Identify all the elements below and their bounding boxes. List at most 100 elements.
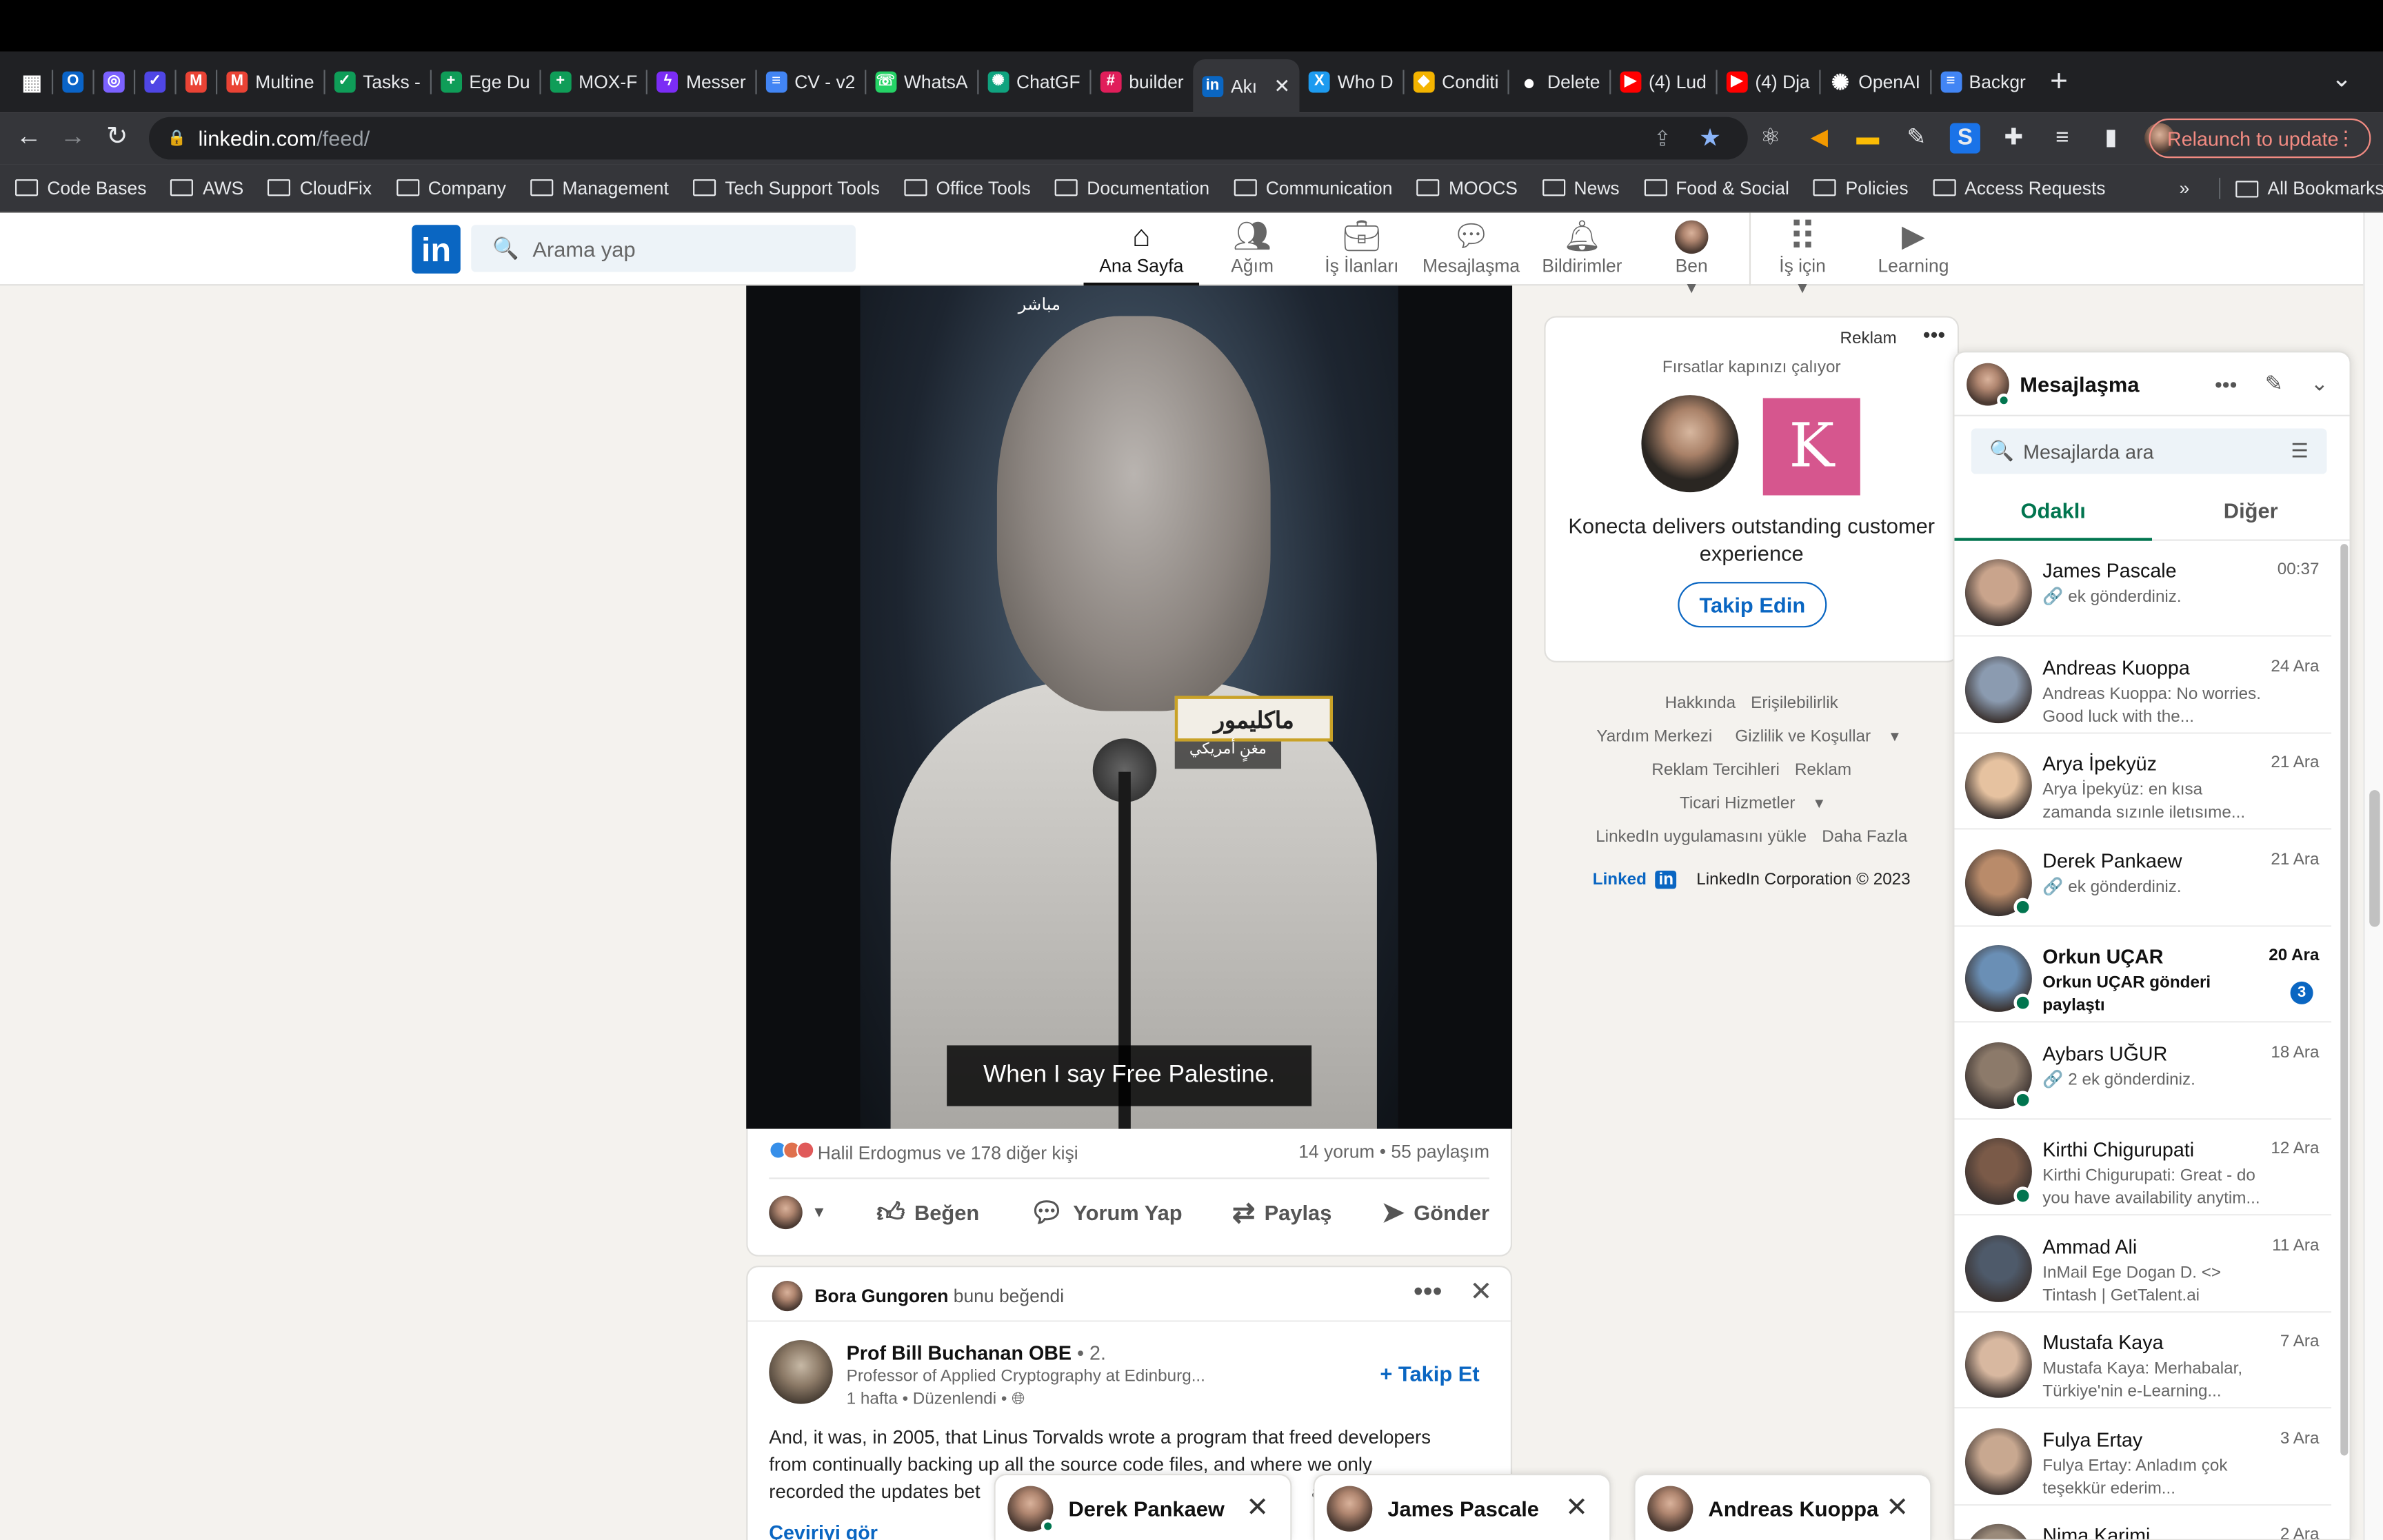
browser-tab[interactable]: ✺ ChatGF xyxy=(978,59,1089,105)
reload-icon[interactable]: ↻ xyxy=(94,121,140,152)
page-scrollbar[interactable] xyxy=(2363,212,2383,1540)
linkedin-logo-icon[interactable]: in xyxy=(412,225,461,274)
bookmark-folder[interactable]: Code Bases xyxy=(15,177,146,199)
reactions-summary[interactable]: Halil Erdogmus ve 178 diğer kişi xyxy=(769,1141,1078,1164)
more-options-icon[interactable]: ••• xyxy=(1923,322,1945,346)
browser-tab[interactable]: M xyxy=(177,59,216,105)
browser-tab[interactable]: ✓ xyxy=(135,59,174,105)
author-avatar[interactable] xyxy=(769,1340,833,1404)
comments-shares[interactable]: 14 yorum • 55 paylaşım xyxy=(1298,1141,1489,1164)
compose-icon[interactable]: ✎ xyxy=(2265,371,2283,396)
conversation-item[interactable]: Nima Karimi 2 Ara xyxy=(1954,1506,2331,1539)
browser-tab[interactable]: O xyxy=(53,59,92,105)
ad-follow-button[interactable]: Takip Edin xyxy=(1678,582,1827,628)
browser-tab[interactable]: + MOX-F xyxy=(541,59,647,105)
browser-tab[interactable]: ▶ (4) Dja xyxy=(1717,59,1819,105)
bookmark-folder[interactable]: Company xyxy=(396,177,506,199)
bookmark-folder[interactable]: News xyxy=(1542,177,1620,199)
bookmark-folder[interactable]: Communication xyxy=(1234,177,1392,199)
footer-link[interactable]: Daha Fazla xyxy=(1822,828,1907,846)
bookmark-folder[interactable]: CloudFix xyxy=(268,177,372,199)
side-panel-icon[interactable]: ▮ xyxy=(2095,123,2126,154)
conversation-item[interactable]: Aybars UĞUR 18 Ara 🔗 2 ek gönderdiniz. xyxy=(1954,1023,2332,1119)
browser-tab[interactable]: ☏ WhatsA xyxy=(866,59,977,105)
close-icon[interactable]: ✕ xyxy=(1886,1492,1909,1523)
chat-window[interactable]: James Pascale ✕ xyxy=(1313,1473,1611,1540)
chevron-down-icon[interactable]: ⌄ xyxy=(2311,371,2329,396)
footer-link[interactable]: LinkedIn uygulamasını yükle xyxy=(1596,828,1807,846)
all-bookmarks-button[interactable]: All Bookmarks xyxy=(2218,177,2383,199)
nav-avatar[interactable]: Ben ▾ xyxy=(1641,219,1741,298)
browser-tab[interactable]: ✓ Tasks - xyxy=(325,59,430,105)
footer-link[interactable]: Gizlilik ve Koşullar ▾ xyxy=(1727,728,1907,746)
extension-atom-icon[interactable]: ⚛ xyxy=(1756,123,1786,154)
messaging-search-input[interactable]: 🔍 Mesajlarda ara ☰ xyxy=(1971,428,2327,474)
extension-bar-icon[interactable]: ▬ xyxy=(1853,123,1883,154)
browser-tab[interactable]: ≡ CV - v2 xyxy=(756,59,865,105)
forward-icon[interactable]: → xyxy=(50,121,96,152)
ad-company-logo[interactable]: K xyxy=(1762,398,1860,496)
conversation-item[interactable]: Ammad Ali 11 Ara InMail Ege Dogan D. <> Ti… xyxy=(1954,1216,2332,1313)
conversation-item[interactable]: James Pascale 00:37 🔗 ek gönderdiniz. xyxy=(1954,541,2332,637)
bookmark-folder[interactable]: AWS xyxy=(170,177,243,199)
browser-tab[interactable]: ϟ Messer xyxy=(648,59,755,105)
nav-messaging[interactable]: 💬︎ Mesajlaşma xyxy=(1421,219,1521,277)
extension-s-icon[interactable]: S xyxy=(1949,123,1980,154)
nav-learning[interactable]: ▶ Learning xyxy=(1863,219,1963,277)
browser-tab[interactable]: # builder xyxy=(1091,59,1193,105)
bookmark-star-icon[interactable]: ★ xyxy=(1699,123,1721,154)
close-icon[interactable]: ✕ xyxy=(1565,1492,1588,1523)
browser-tab[interactable]: M Multine xyxy=(217,59,323,105)
browser-tab[interactable]: ◎ xyxy=(94,59,134,105)
search-input[interactable]: 🔍 Arama yap xyxy=(471,225,856,272)
footer-link[interactable]: Ticari Hizmetler ▾ xyxy=(1672,795,1831,813)
nav-briefcase[interactable]: 💼︎ İş İlanları xyxy=(1311,219,1411,277)
repost-button[interactable]: ⇄ Paylaş xyxy=(1232,1197,1331,1228)
bookmarks-more-button[interactable]: » xyxy=(2180,178,2190,199)
back-icon[interactable]: ← xyxy=(6,121,52,152)
new-tab-icon[interactable]: + xyxy=(2050,65,2068,100)
more-options-icon[interactable]: ••• xyxy=(1414,1276,1442,1308)
reading-list-icon[interactable]: ≡ xyxy=(2047,123,2078,154)
more-options-icon[interactable]: ••• xyxy=(2215,372,2237,396)
conversation-item[interactable]: Mustafa Kaya 7 Ara Mustafa Kaya: Merhabala… xyxy=(1954,1313,2332,1409)
footer-link[interactable]: Reklam Tercihleri xyxy=(1651,761,1779,779)
like-button[interactable]: 👍︎ Beğen xyxy=(876,1196,979,1229)
extension-megaphone-icon[interactable]: ◀ xyxy=(1804,123,1834,154)
tab-other[interactable]: Diğer xyxy=(2152,486,2350,539)
tab-list-chevron-icon[interactable]: ⌄ xyxy=(2331,64,2352,94)
browser-tab[interactable]: X Who D xyxy=(1300,59,1402,105)
bookmark-folder[interactable]: Management xyxy=(530,177,669,199)
chat-window[interactable]: Derek Pankaew ✕ xyxy=(994,1473,1292,1540)
author-name[interactable]: Prof Bill Buchanan OBE xyxy=(847,1341,1072,1364)
nav-bell[interactable]: 🔔︎ Bildirimler xyxy=(1532,219,1632,277)
conversation-item[interactable]: Kirthi Chigurupati 12 Ara Kirthi Chigurupa… xyxy=(1954,1119,2332,1216)
browser-tab[interactable]: in Akı ✕ xyxy=(1192,59,1300,114)
browser-tab[interactable]: + Ege Du xyxy=(431,59,539,105)
close-icon[interactable]: ✕ xyxy=(1469,1276,1492,1308)
browser-tab[interactable]: ✺ OpenAI xyxy=(1820,59,1929,105)
browser-tab[interactable]: ▦ xyxy=(12,59,52,105)
footer-link[interactable]: Yardım Merkezi xyxy=(1596,728,1712,746)
chat-window[interactable]: Andreas Kuoppa ✕ xyxy=(1633,1473,1932,1540)
scrollbar-thumb[interactable] xyxy=(2369,790,2380,927)
close-tab-icon[interactable]: ✕ xyxy=(1274,74,1290,99)
bookmark-folder[interactable]: Access Requests xyxy=(1932,177,2106,199)
browser-tab[interactable]: ◆ Conditi xyxy=(1404,59,1508,105)
extension-picker-icon[interactable]: ✎ xyxy=(1901,123,1931,154)
bookmark-folder[interactable]: Documentation xyxy=(1054,177,1209,199)
reaction-avatar-selector[interactable]: ▼ xyxy=(769,1195,827,1230)
conversation-item[interactable]: Arya İpekyüz 21 Ara Arya İpekyüz: en kısa … xyxy=(1954,734,2332,830)
liked-by-name[interactable]: Bora Gungoren xyxy=(814,1286,948,1307)
browser-tab[interactable]: ● Delete xyxy=(1509,59,1609,105)
bookmark-folder[interactable]: Food & Social xyxy=(1643,177,1789,199)
footer-link[interactable]: Erişilebilirlik xyxy=(1751,694,1838,712)
footer-link[interactable]: Hakkında xyxy=(1665,694,1736,712)
post-video[interactable]: مباشر ماكليمور مغنٍ أمريكي When I say Fr… xyxy=(746,285,1513,1129)
address-bar[interactable]: 🔒 linkedin.com/feed/ ⇪ ★ xyxy=(149,116,1748,160)
bookmark-folder[interactable]: Policies xyxy=(1813,177,1909,199)
close-icon[interactable]: ✕ xyxy=(1246,1492,1269,1523)
share-icon[interactable]: ⇪ xyxy=(1653,125,1671,151)
relaunch-button[interactable]: Relaunch to update ⋮ xyxy=(2149,118,2371,159)
bookmark-folder[interactable]: Tech Support Tools xyxy=(693,177,880,199)
